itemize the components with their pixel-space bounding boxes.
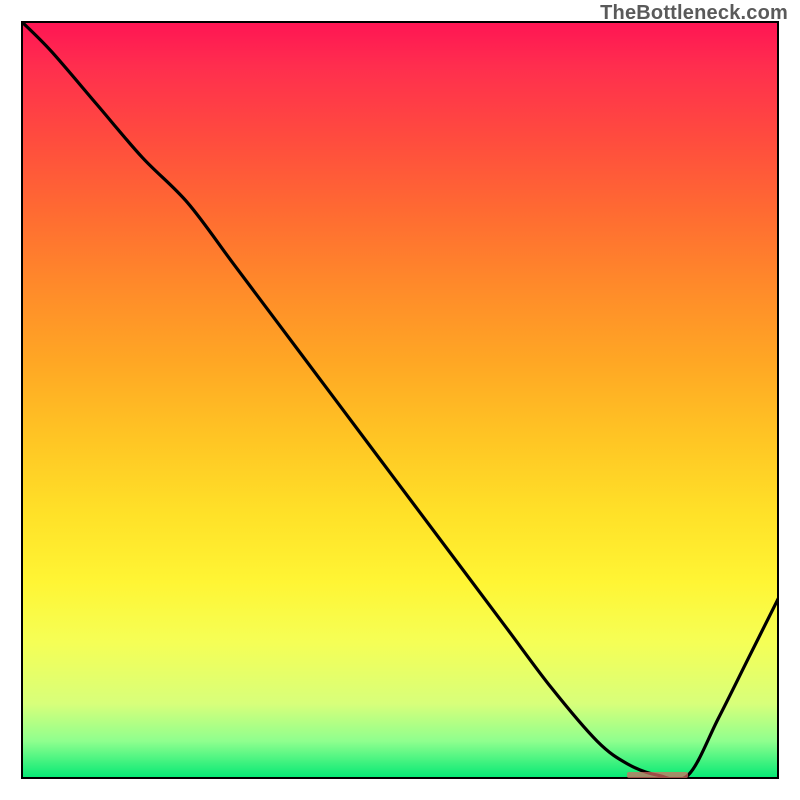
chart-stage: TheBottleneck.com (0, 0, 800, 800)
plot-area (21, 21, 779, 779)
